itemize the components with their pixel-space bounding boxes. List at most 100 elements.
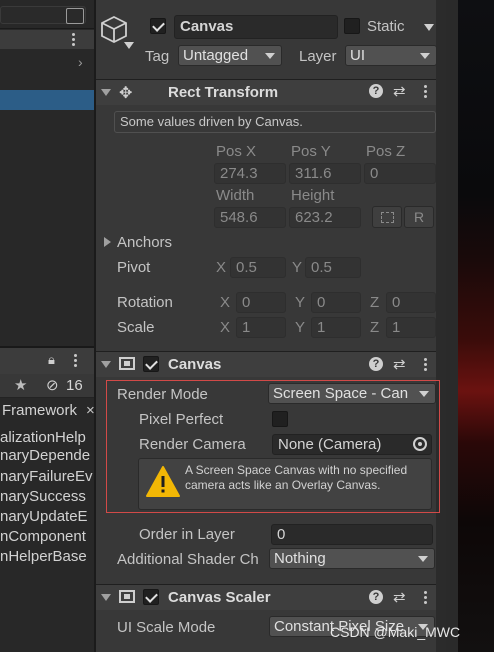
presets-icon[interactable]: ⇄: [393, 82, 406, 100]
help-icon[interactable]: ?: [369, 590, 383, 604]
driven-values-note: Some values driven by Canvas.: [114, 111, 436, 133]
scale-y-axis-label: Y: [295, 319, 306, 336]
canvas-scaler-icon-inner: [124, 594, 130, 599]
static-checkbox[interactable]: [344, 18, 360, 34]
project-panel-header: 🔒︎: [0, 346, 94, 374]
chevron-down-icon: [418, 556, 428, 562]
layer-value: UI: [350, 47, 365, 64]
presets-icon[interactable]: ⇄: [393, 588, 406, 606]
chevron-right-icon[interactable]: ›: [78, 54, 83, 70]
layer-dropdown[interactable]: UI: [345, 45, 437, 66]
hierarchy-header: [0, 30, 94, 49]
inspector-scrollbar[interactable]: [436, 0, 446, 652]
pos-y-label: Pos Y: [291, 143, 331, 160]
width-field[interactable]: 548.6: [214, 207, 286, 228]
watermark-text: CSDN @Maki_MWC: [330, 624, 461, 640]
star-icon[interactable]: ★: [14, 376, 27, 394]
scale-z-axis-label: Z: [370, 319, 380, 336]
hierarchy-panel: › 🔒︎ ★ ⊘ 16 Framework × alizationHelp na…: [0, 0, 94, 652]
static-dropdown-arrow-icon[interactable]: [424, 24, 434, 31]
foldout-arrow-icon[interactable]: [101, 594, 111, 601]
rotation-y-field[interactable]: 0: [311, 292, 361, 313]
list-item[interactable]: alizationHelp: [0, 429, 86, 446]
list-item[interactable]: narySuccess: [0, 488, 86, 505]
layer-label: Layer: [299, 48, 337, 65]
list-item[interactable]: nHelperBase: [0, 548, 87, 565]
search-options-icon[interactable]: [66, 8, 84, 24]
hierarchy-selected-row[interactable]: [0, 90, 94, 110]
list-item[interactable]: naryDepende: [0, 447, 90, 464]
pivot-label: Pivot: [117, 259, 151, 276]
hierarchy-toolbar: [0, 0, 94, 29]
pivot-x-axis-label: X: [216, 259, 227, 276]
scale-z-field[interactable]: 1: [386, 317, 436, 338]
rotation-x-axis-label: X: [220, 294, 231, 311]
rotation-label: Rotation: [117, 294, 173, 311]
static-label: Static: [367, 18, 405, 35]
active-checkbox[interactable]: [150, 18, 166, 34]
raw-edit-button[interactable]: R: [404, 206, 434, 228]
canvas-enabled-checkbox[interactable]: [143, 356, 159, 372]
icon-dropdown-arrow-icon[interactable]: [124, 42, 134, 49]
chevron-down-icon: [265, 53, 275, 59]
additional-shader-channels-label: Additional Shader Ch: [117, 551, 259, 568]
additional-shader-channels-dropdown[interactable]: Nothing: [269, 548, 435, 569]
scale-label: Scale: [117, 319, 155, 336]
rotation-z-field[interactable]: 0: [386, 292, 436, 313]
canvas-scaler-title: Canvas Scaler: [168, 589, 271, 606]
project-toolbar: ★ ⊘ 16: [0, 374, 94, 398]
tag-dropdown[interactable]: Untagged: [178, 45, 282, 66]
foldout-arrow-icon[interactable]: [101, 89, 111, 96]
height-field[interactable]: 623.2: [289, 207, 361, 228]
tab-framework[interactable]: Framework: [2, 402, 77, 419]
blueprint-icon: [381, 212, 394, 223]
pivot-y-field[interactable]: 0.5: [305, 257, 361, 278]
scene-view-preview: [446, 0, 494, 652]
kebab-menu-icon[interactable]: [72, 33, 76, 48]
height-label: Height: [291, 187, 335, 204]
pivot-y-axis-label: Y: [292, 259, 303, 276]
chevron-down-icon: [420, 53, 430, 59]
ui-scale-mode-label: UI Scale Mode: [117, 619, 216, 636]
kebab-menu-icon[interactable]: [424, 85, 428, 100]
rotation-z-axis-label: Z: [370, 294, 380, 311]
hidden-eye-icon[interactable]: ⊘: [46, 376, 59, 394]
list-item[interactable]: naryFailureEv: [0, 468, 93, 485]
additional-shader-value: Nothing: [274, 550, 326, 567]
rect-transform-title: Rect Transform: [168, 84, 279, 101]
kebab-menu-icon[interactable]: [424, 591, 428, 606]
highlight-annotation: [106, 380, 440, 513]
object-name-input[interactable]: Canvas: [174, 15, 338, 39]
anchors-label[interactable]: Anchors: [117, 234, 172, 251]
pos-y-field[interactable]: 311.6: [289, 163, 361, 184]
kebab-menu-icon[interactable]: [74, 354, 78, 369]
presets-icon[interactable]: ⇄: [393, 355, 406, 373]
scale-x-field[interactable]: 1: [236, 317, 286, 338]
list-item[interactable]: naryUpdateE: [0, 508, 88, 525]
list-item[interactable]: nComponent: [0, 528, 86, 545]
scale-x-axis-label: X: [220, 319, 231, 336]
pos-x-field[interactable]: 274.3: [214, 163, 286, 184]
scale-y-field[interactable]: 1: [311, 317, 361, 338]
rotation-x-field[interactable]: 0: [236, 292, 286, 313]
canvas-icon-inner: [124, 361, 130, 366]
order-in-layer-field[interactable]: 0: [271, 524, 433, 545]
close-icon[interactable]: ×: [86, 402, 94, 419]
blueprint-mode-button[interactable]: [372, 206, 402, 228]
kebab-menu-icon[interactable]: [424, 358, 428, 373]
canvas-component-icon: [119, 357, 135, 370]
pos-z-field[interactable]: 0: [364, 163, 436, 184]
pos-z-label: Pos Z: [366, 143, 406, 160]
pos-x-label: Pos X: [216, 143, 257, 160]
pivot-x-field[interactable]: 0.5: [230, 257, 286, 278]
help-icon[interactable]: ?: [369, 84, 383, 98]
help-icon[interactable]: ?: [369, 357, 383, 371]
canvas-scaler-icon: [119, 590, 135, 603]
tag-label: Tag: [145, 48, 170, 65]
canvas-scaler-enabled-checkbox[interactable]: [143, 589, 159, 605]
foldout-arrow-icon[interactable]: [101, 361, 111, 368]
width-label: Width: [216, 187, 255, 204]
rect-transform-icon: ✥: [119, 85, 133, 102]
lock-icon[interactable]: 🔒︎: [48, 352, 55, 368]
anchors-foldout-arrow-icon[interactable]: [104, 237, 111, 247]
